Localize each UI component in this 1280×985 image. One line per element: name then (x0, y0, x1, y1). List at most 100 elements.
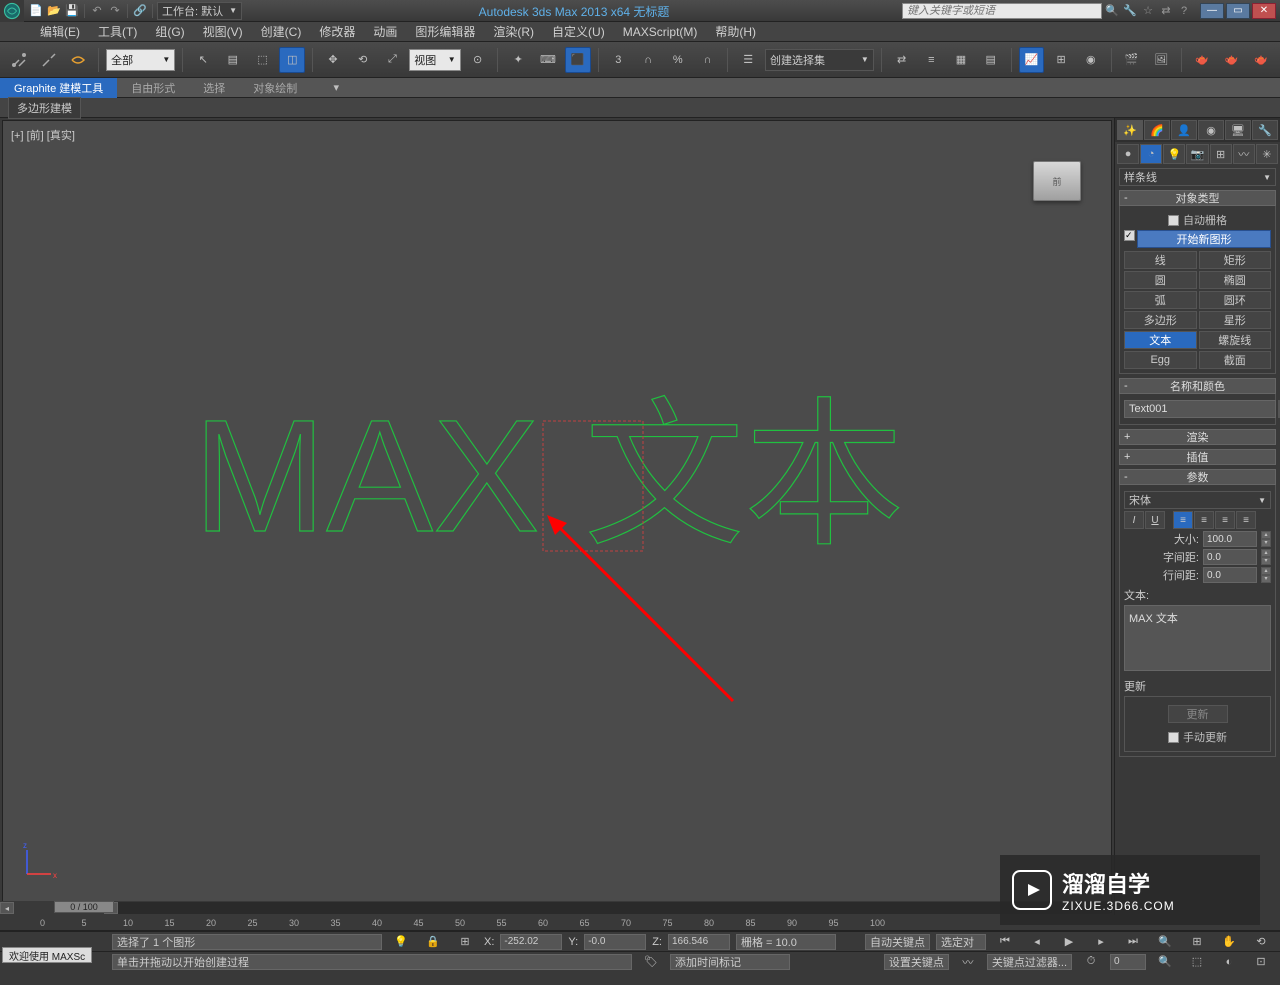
tab-utilities-icon[interactable]: 🔧 (1252, 120, 1278, 140)
menu-group[interactable]: 组(G) (155, 23, 184, 40)
manipulate-icon[interactable]: ✦ (505, 47, 531, 73)
underline-button[interactable]: U (1145, 511, 1165, 529)
category-dropdown[interactable]: 样条线▼ (1119, 168, 1276, 186)
bind-icon[interactable] (65, 47, 91, 73)
select-rect-icon[interactable]: ⬚ (250, 47, 276, 73)
align-right-button[interactable]: ≡ (1215, 511, 1235, 529)
pivot-icon[interactable]: ⊙ (465, 47, 491, 73)
maxscript-tab[interactable]: 欢迎使用 MAXSc (2, 947, 92, 963)
nav-fov-icon[interactable]: ◐ (1216, 949, 1242, 975)
search-icon[interactable]: 🔍 (1104, 3, 1120, 19)
ref-coord-dropdown[interactable]: 视图▼ (409, 49, 460, 71)
leading-spinner[interactable]: 0.0 (1203, 567, 1257, 583)
kerning-spinner[interactable]: 0.0 (1203, 549, 1257, 565)
rollout-hdr-objtype[interactable]: -对象类型 (1119, 190, 1276, 206)
tag-icon[interactable]: 🏷 (638, 949, 664, 975)
undo-icon[interactable]: ↶ (89, 3, 105, 19)
layers-icon[interactable]: ▦ (948, 47, 974, 73)
obj-ngon[interactable]: 多边形 (1124, 311, 1197, 329)
ribbon-sub-polymodel[interactable]: 多边形建模 (8, 97, 81, 119)
selected-set[interactable]: 选定对 (936, 934, 986, 950)
select-link-icon[interactable] (6, 47, 32, 73)
menu-animation[interactable]: 动画 (373, 23, 397, 40)
save-icon[interactable]: 💾 (64, 3, 80, 19)
obj-circle[interactable]: 圆 (1124, 271, 1197, 289)
spinner-buttons[interactable]: ▴▾ (1261, 549, 1271, 565)
ribbon-tab-selection[interactable]: 选择 (189, 78, 239, 98)
start-new-shape-button[interactable]: 开始新图形 (1137, 230, 1271, 248)
snap-toggle-icon[interactable]: ⬛ (565, 47, 591, 73)
link-icon[interactable]: 🔗 (132, 3, 148, 19)
cat-spacewarps-icon[interactable]: 〰 (1233, 144, 1255, 164)
render-setup-icon[interactable]: 🎬 (1119, 47, 1145, 73)
text-input[interactable] (1124, 605, 1271, 671)
rollout-hdr-rendering[interactable]: +渲染 (1119, 429, 1276, 445)
open-icon[interactable]: 📂 (46, 3, 62, 19)
tab-display-icon[interactable]: 🖥 (1225, 120, 1251, 140)
align-center-button[interactable]: ≡ (1194, 511, 1214, 529)
snap-3-icon[interactable]: 3 (605, 47, 631, 73)
ribbon-expand-icon[interactable]: ▾ (323, 75, 349, 101)
teapot2-icon[interactable]: 🫖 (1248, 47, 1274, 73)
object-name-input[interactable] (1124, 400, 1276, 418)
selection-filter-dropdown[interactable]: 全部 ▼ (106, 49, 175, 71)
app-menu-icon[interactable] (0, 0, 24, 22)
menu-graph[interactable]: 图形编辑器 (415, 23, 475, 40)
redo-icon[interactable]: ↷ (107, 3, 123, 19)
cat-lights-icon[interactable]: 💡 (1163, 144, 1185, 164)
autogrid-checkbox-row[interactable]: 自动栅格 (1124, 210, 1271, 230)
scale-icon[interactable]: ⤢ (380, 47, 406, 73)
select-window-icon[interactable]: ◫ (279, 47, 305, 73)
scroll-left-icon[interactable]: ◂ (0, 902, 14, 914)
cat-systems-icon[interactable]: ✳ (1256, 144, 1278, 164)
font-dropdown[interactable]: 宋体▼ (1124, 491, 1271, 509)
checkbox-icon[interactable] (1168, 732, 1179, 743)
spinner-snap-icon[interactable]: ∩ (695, 47, 721, 73)
teapot-icon[interactable]: 🫖 (1219, 47, 1245, 73)
menu-create[interactable]: 创建(C) (261, 23, 302, 40)
help-search-input[interactable] (902, 3, 1102, 19)
frame-input[interactable] (1110, 954, 1146, 970)
close-button[interactable]: ✕ (1252, 3, 1276, 19)
workspace-dropdown[interactable]: 工作台: 默认 ▼ (157, 2, 242, 20)
select-name-icon[interactable]: ▤ (220, 47, 246, 73)
exchange-icon[interactable]: ⇄ (1158, 3, 1174, 19)
schematic-icon[interactable]: ⊞ (1048, 47, 1074, 73)
material-icon[interactable]: ◉ (1078, 47, 1104, 73)
menu-modifiers[interactable]: 修改器 (319, 23, 355, 40)
new-icon[interactable]: 📄 (28, 3, 44, 19)
unlink-icon[interactable] (36, 47, 62, 73)
rotate-icon[interactable]: ⟲ (350, 47, 376, 73)
connect-icon[interactable]: 🔧 (1122, 3, 1138, 19)
startnew-checkbox[interactable] (1124, 230, 1135, 241)
obj-text[interactable]: 文本 (1124, 331, 1197, 349)
obj-section[interactable]: 截面 (1199, 351, 1272, 369)
move-icon[interactable]: ✥ (320, 47, 346, 73)
update-button[interactable]: 更新 (1168, 705, 1228, 723)
keyboard-icon[interactable]: ⌨ (535, 47, 561, 73)
viewport-front[interactable]: [+] [前] [真实] 前 MAX 文本 z x (2, 120, 1112, 913)
cat-shapes-icon[interactable]: ◔ (1140, 144, 1162, 164)
add-time-tag[interactable]: 添加时间标记 (670, 954, 790, 970)
angle-snap-icon[interactable]: ∩ (635, 47, 661, 73)
ribbon-tab-freeform[interactable]: 自由形式 (117, 78, 189, 98)
tab-modify-icon[interactable]: 🌈 (1144, 120, 1170, 140)
tab-hierarchy-icon[interactable]: 👤 (1171, 120, 1197, 140)
menu-customize[interactable]: 自定义(U) (552, 23, 605, 40)
spinner-buttons[interactable]: ▴▾ (1261, 567, 1271, 583)
obj-line[interactable]: 线 (1124, 251, 1197, 269)
checkbox-icon[interactable] (1168, 215, 1179, 226)
obj-donut[interactable]: 圆环 (1199, 291, 1272, 309)
menu-help[interactable]: 帮助(H) (715, 23, 756, 40)
minimize-button[interactable]: — (1200, 3, 1224, 19)
key-filters-button[interactable]: 关键点过滤器... (987, 954, 1072, 970)
y-coord-input[interactable] (584, 934, 646, 950)
obj-star[interactable]: 星形 (1199, 311, 1272, 329)
menu-maxscript[interactable]: MAXScript(M) (623, 25, 698, 39)
menu-views[interactable]: 视图(V) (203, 23, 243, 40)
curve-editor-icon[interactable]: 📈 (1019, 47, 1045, 73)
render-frame-icon[interactable]: 🖼 (1148, 47, 1174, 73)
rollout-hdr-params[interactable]: -参数 (1119, 469, 1276, 485)
select-object-icon[interactable]: ↖ (190, 47, 216, 73)
cat-helpers-icon[interactable]: ⊞ (1210, 144, 1232, 164)
